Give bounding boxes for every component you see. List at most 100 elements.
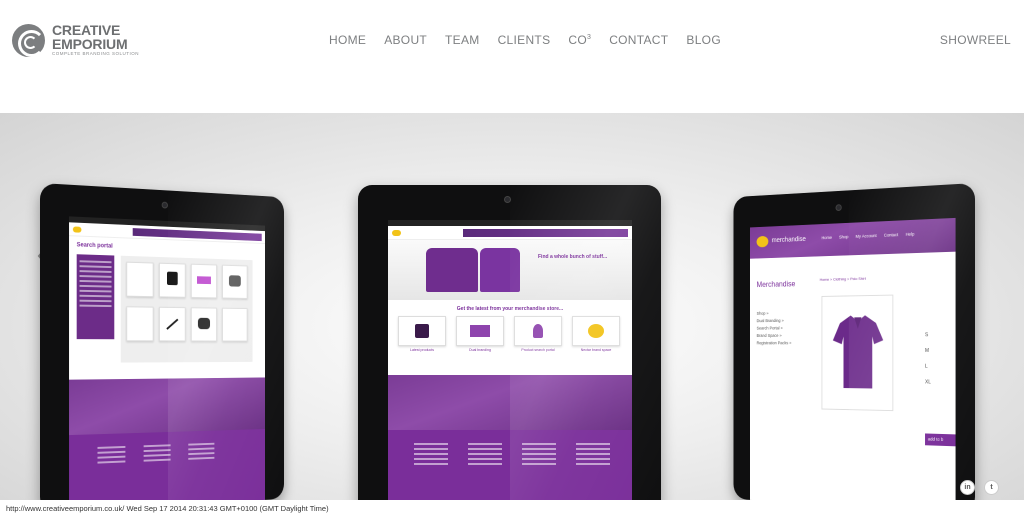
- footer-line: [143, 449, 171, 453]
- tablet-center-screen: Find a whole bunch of stuff... Get the l…: [388, 220, 632, 500]
- footer-col: [97, 443, 126, 466]
- product-tile[interactable]: [222, 264, 248, 299]
- footer-line: [188, 442, 215, 446]
- nav-team[interactable]: TEAM: [445, 33, 480, 47]
- mini-logo-icon: [392, 229, 401, 236]
- nav-contact[interactable]: CONTACT: [609, 33, 668, 47]
- logo-text: CREATIVE EMPORIUM COMPLETE BRANDING SOLU…: [52, 23, 139, 57]
- footer-line: [414, 453, 448, 455]
- footer-line: [522, 443, 556, 445]
- footer-line: [97, 445, 126, 449]
- footer-line: [414, 463, 448, 465]
- footer-line: [468, 448, 502, 450]
- footer-line: [143, 453, 171, 457]
- portal-sidebar: [76, 254, 115, 340]
- nav-co3-sup: 3: [586, 34, 592, 41]
- sidebar-item-registration[interactable]: Registration Packs »: [757, 340, 792, 347]
- size-s[interactable]: S: [925, 327, 931, 343]
- footer-col: [414, 440, 448, 468]
- footer-col: [468, 440, 502, 468]
- footer-line: [414, 458, 448, 460]
- merch-nav-home[interactable]: Home: [821, 235, 832, 240]
- linkedin-icon[interactable]: in: [960, 480, 975, 495]
- mini-menu: [462, 228, 628, 237]
- footer-line: [143, 444, 171, 448]
- footer-line: [97, 455, 126, 459]
- footer-line: [576, 458, 610, 460]
- hero-slider: Search portal Find a whole bunch of stuf…: [0, 113, 1024, 500]
- footer-line: [522, 453, 556, 455]
- footer-col: [143, 441, 171, 464]
- merch-brand: merchandise: [771, 236, 806, 245]
- nav-about[interactable]: ABOUT: [384, 33, 427, 47]
- tablet-right: merchandise Home Shop My Account Contact…: [733, 183, 975, 500]
- add-to-basket-button[interactable]: add to b: [925, 433, 956, 447]
- pen-icon: [166, 318, 179, 330]
- size-xl[interactable]: XL: [925, 375, 931, 391]
- card-product-search[interactable]: [514, 316, 562, 346]
- nav-co3[interactable]: CO3: [568, 33, 591, 47]
- footer-line: [97, 460, 126, 464]
- card-dual-branding[interactable]: [456, 316, 504, 346]
- camera-icon: [504, 196, 511, 203]
- sidebar-line: [79, 289, 112, 293]
- product-tile[interactable]: [126, 261, 154, 298]
- merch-header: merchandise Home Shop My Account Contact…: [749, 217, 956, 259]
- product-tile[interactable]: [190, 307, 217, 342]
- logo[interactable]: CREATIVE EMPORIUM COMPLETE BRANDING SOLU…: [12, 23, 152, 57]
- merch-nav-account[interactable]: My Account: [856, 233, 877, 239]
- product-tile[interactable]: [222, 307, 248, 342]
- section-title: Get the latest from your merchandise sto…: [456, 306, 564, 312]
- size-m[interactable]: M: [925, 343, 931, 359]
- size-l[interactable]: L: [925, 359, 931, 375]
- card-label: Dual branding: [469, 348, 491, 352]
- footer-line: [576, 448, 610, 450]
- footer-line: [188, 447, 215, 451]
- product-tile[interactable]: [158, 306, 186, 342]
- product-tile[interactable]: [190, 263, 217, 299]
- merch-nav: Home Shop My Account Contact Help: [821, 232, 914, 241]
- footer-col: [576, 440, 610, 468]
- merch-nav-help[interactable]: Help: [906, 232, 915, 237]
- nectar-logo-icon: [756, 235, 769, 248]
- footer-line: [576, 443, 610, 445]
- footer-line: [143, 458, 171, 462]
- card-label: Latest products: [410, 348, 434, 352]
- status-bar: http://www.creativeemporium.co.uk/ Wed S…: [6, 504, 329, 513]
- merch-nav-contact[interactable]: Contact: [884, 232, 898, 237]
- camera-icon: [161, 201, 168, 209]
- sidebar-line: [79, 294, 112, 298]
- nectar-badge-icon: [588, 324, 604, 338]
- footer-band: [69, 428, 266, 500]
- footer-line: [468, 458, 502, 460]
- nav-home[interactable]: HOME: [329, 33, 366, 47]
- nav-blog[interactable]: BLOG: [686, 33, 721, 47]
- tablet-left-screen: Search portal: [69, 216, 266, 500]
- mini-header: [388, 226, 632, 240]
- tablet-center: Find a whole bunch of stuff... Get the l…: [358, 185, 661, 500]
- product-tile[interactable]: [158, 262, 186, 298]
- footer-line: [468, 443, 502, 445]
- product-tile[interactable]: [126, 306, 154, 342]
- card-nectar-brand[interactable]: [572, 316, 620, 346]
- product-image-frame: [821, 294, 894, 412]
- camera-icon: [835, 204, 842, 212]
- footer-line: [522, 458, 556, 460]
- merch-nav-shop[interactable]: Shop: [839, 234, 848, 239]
- logo-tagline: COMPLETE BRANDING SOLUTION: [52, 51, 140, 57]
- footer-line: [97, 450, 126, 454]
- footer-line: [188, 456, 215, 460]
- showreel-link[interactable]: SHOWREEL: [940, 33, 1011, 47]
- sidebar-item-brand-space[interactable]: Brand Space »: [757, 332, 792, 340]
- sidebar-line: [79, 275, 112, 278]
- footer-line: [576, 463, 610, 465]
- nav-clients[interactable]: CLIENTS: [498, 33, 551, 47]
- card-latest-products[interactable]: [398, 316, 446, 346]
- sidebar-line: [79, 279, 112, 283]
- card-label: Nectar brand space: [580, 348, 612, 352]
- footer-line: [414, 448, 448, 450]
- mug-icon: [415, 324, 429, 338]
- search-portal-title: Search portal: [76, 242, 113, 250]
- twitter-icon[interactable]: t: [984, 480, 999, 495]
- tablet-right-screen: merchandise Home Shop My Account Contact…: [749, 217, 956, 500]
